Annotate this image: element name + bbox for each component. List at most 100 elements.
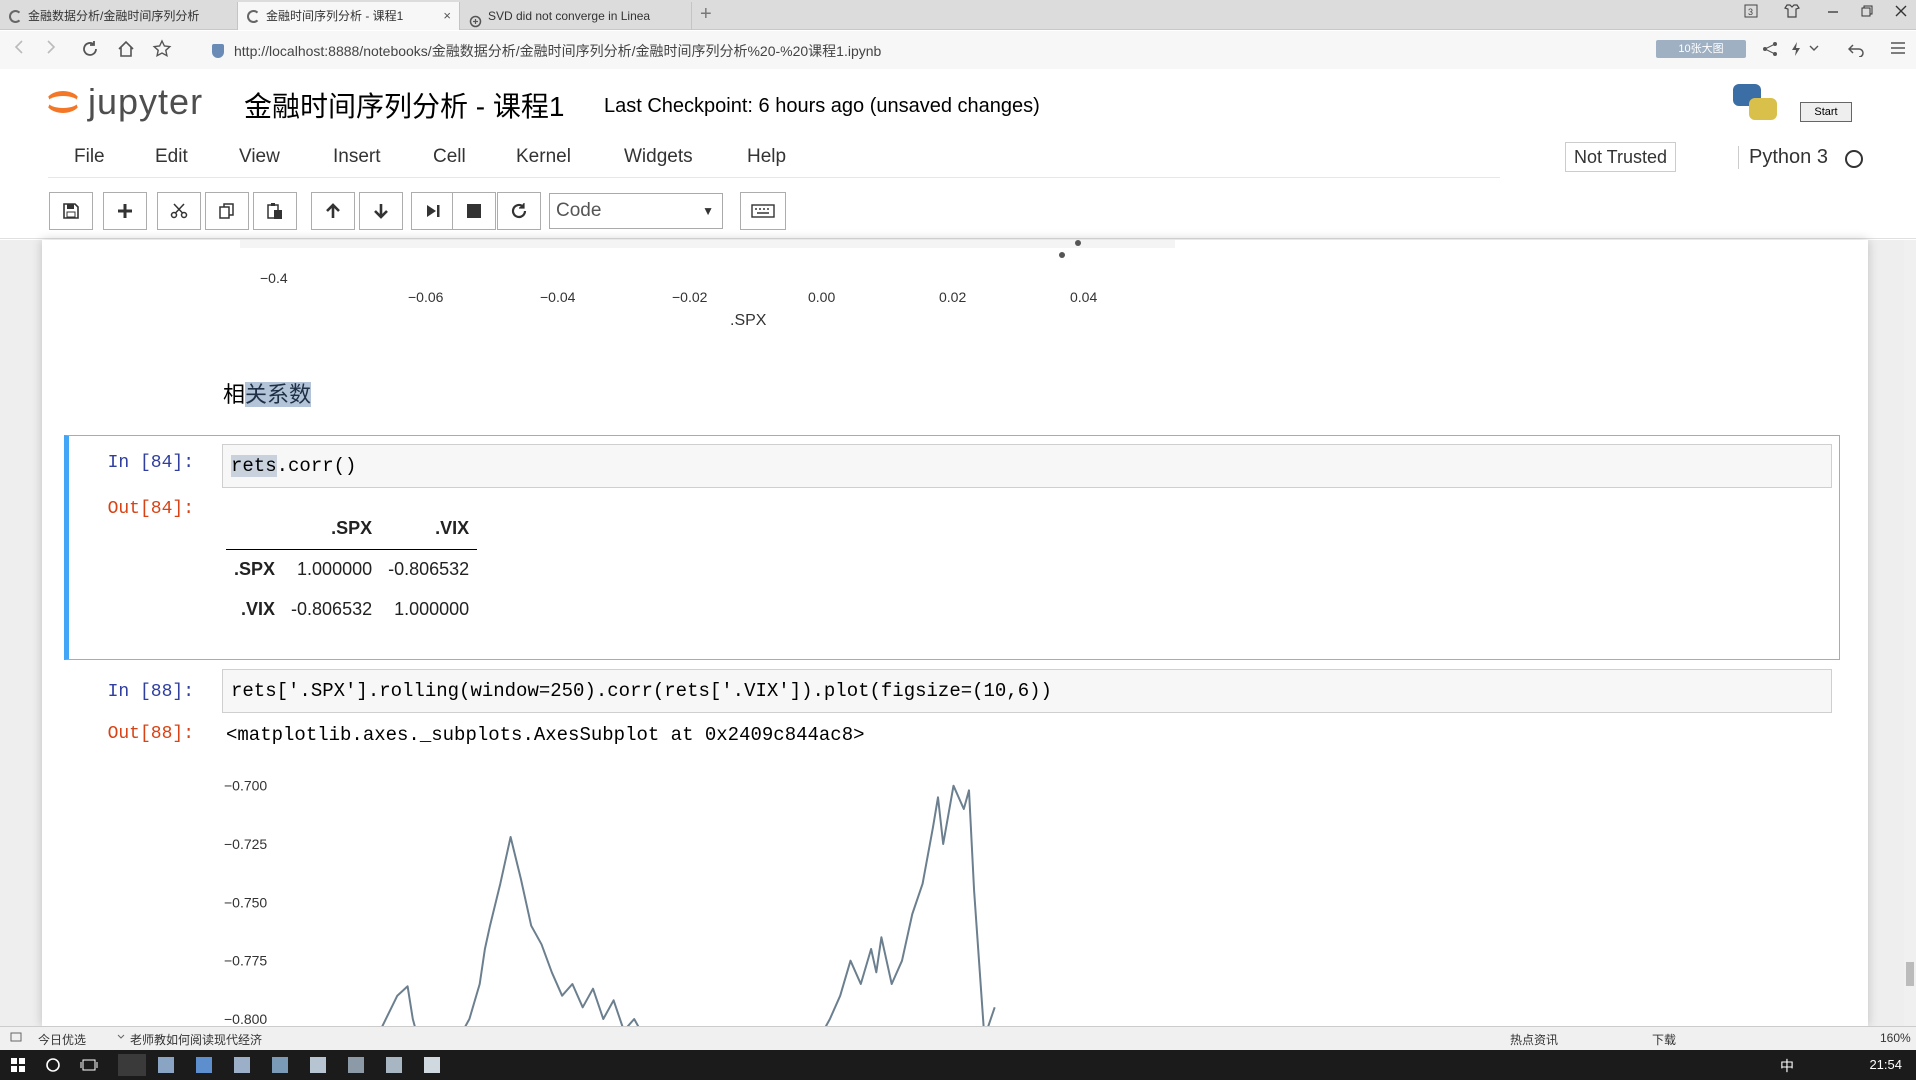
app-icon[interactable]: [348, 1057, 364, 1073]
keyboard-icon: [751, 204, 775, 218]
windows-start-icon[interactable]: [10, 1057, 26, 1073]
table-column-header: .SPX: [283, 509, 381, 550]
shirt-icon[interactable]: [1784, 4, 1800, 21]
move-up-button[interactable]: [311, 192, 355, 230]
notebook-container: −0.4 −0.06 −0.04 −0.02 0.00 0.02 0.04 .S…: [42, 240, 1868, 1026]
scrollbar-thumb[interactable]: [1906, 962, 1914, 986]
status-hot-news[interactable]: 热点资讯: [1510, 1031, 1558, 1048]
menu-icon[interactable]: [1890, 41, 1906, 58]
task-view-icon[interactable]: [80, 1057, 98, 1073]
browser-tab-3[interactable]: SVD did not converge in Linea: [460, 2, 692, 30]
code-text: .corr(): [276, 455, 357, 477]
status-download[interactable]: 下载: [1652, 1031, 1676, 1048]
zoom-level[interactable]: 160%: [1880, 1031, 1911, 1045]
move-down-button[interactable]: [359, 192, 403, 230]
table-row: .VIX -0.806532 1.000000: [226, 589, 477, 629]
caret-down-icon: ▼: [702, 204, 714, 218]
search-icon[interactable]: [45, 1057, 61, 1073]
copy-button[interactable]: [205, 192, 249, 230]
clock[interactable]: 21:54: [1869, 1057, 1902, 1072]
explorer-icon[interactable]: [158, 1057, 174, 1073]
forward-icon[interactable]: [44, 39, 58, 60]
minimize-icon[interactable]: [1826, 4, 1840, 21]
notebook-title[interactable]: 金融时间序列分析 - 课程1: [244, 85, 564, 125]
url-field[interactable]: http://localhost:8888/notebooks/金融数据分析/金…: [212, 39, 1612, 63]
tab-close-icon[interactable]: ×: [443, 2, 451, 30]
app-icon[interactable]: [272, 1057, 288, 1073]
menu-widgets[interactable]: Widgets: [624, 146, 693, 168]
output-prompt: Out[84]:: [107, 499, 194, 519]
image-badge[interactable]: 10张大图: [1656, 40, 1746, 58]
loading-icon: [247, 10, 260, 23]
kernel-status-icon: [1845, 150, 1863, 168]
menu-kernel[interactable]: Kernel: [516, 146, 571, 168]
x-tick-label: −0.06: [408, 289, 444, 305]
code-input[interactable]: rets['.SPX'].rolling(window=250).corr(re…: [222, 669, 1832, 713]
run-button[interactable]: [411, 192, 455, 230]
bookmark-star-icon[interactable]: [152, 39, 172, 64]
cell-type-select[interactable]: Code ▼: [549, 193, 723, 229]
vertical-scrollbar[interactable]: [1904, 240, 1916, 1026]
share-icon[interactable]: [1762, 41, 1778, 60]
table-column-header: .VIX: [380, 509, 478, 550]
lightning-icon[interactable]: [1790, 41, 1802, 60]
menu-file[interactable]: File: [74, 146, 105, 168]
page-icon: [469, 10, 482, 28]
menu-insert[interactable]: Insert: [333, 146, 381, 168]
menu-help[interactable]: Help: [747, 146, 786, 168]
paste-button[interactable]: [253, 192, 297, 230]
app-icon[interactable]: [310, 1057, 326, 1073]
menu-bar: File Edit View Insert Cell Kernel Widget…: [0, 138, 1916, 178]
input-method-indicator[interactable]: 中: [1780, 1056, 1794, 1076]
kernel-name[interactable]: Python 3: [1738, 146, 1828, 169]
menu-view[interactable]: View: [239, 146, 280, 168]
status-home-icon[interactable]: [10, 1031, 22, 1046]
new-tab-button[interactable]: +: [700, 3, 712, 26]
browser-tab-1[interactable]: 金融数据分析/金融时间序列分析: [0, 2, 238, 30]
status-link-2[interactable]: 老师教如何阅读现代经济: [130, 1031, 262, 1048]
restart-button[interactable]: [497, 192, 541, 230]
restore-icon[interactable]: [1860, 4, 1874, 21]
menu-edit[interactable]: Edit: [155, 146, 188, 168]
insert-cell-button[interactable]: [103, 192, 147, 230]
browser-taskbar-icon[interactable]: [118, 1054, 146, 1076]
home-icon[interactable]: [116, 39, 136, 64]
x-axis-label: .SPX: [730, 312, 767, 329]
cell-type-value: Code: [556, 200, 602, 221]
browser-tab-2[interactable]: 金融时间序列分析 - 课程1 ×: [238, 2, 460, 30]
markdown-text: 相: [223, 382, 246, 407]
tab-count-icon[interactable]: 3: [1744, 4, 1758, 21]
plus-icon: [118, 204, 132, 218]
y-tick-label: −0.700: [224, 778, 267, 794]
close-window-icon[interactable]: [1894, 4, 1908, 21]
code-cell-88[interactable]: In [88]: rets['.SPX'].rolling(window=250…: [64, 665, 1840, 1026]
browser-tab-bar: 金融数据分析/金融时间序列分析 金融时间序列分析 - 课程1 × SVD did…: [0, 0, 1916, 30]
markdown-heading[interactable]: 相关系数: [223, 377, 312, 409]
save-button[interactable]: [49, 192, 93, 230]
command-palette-button[interactable]: [740, 192, 786, 230]
cut-button[interactable]: [157, 192, 201, 230]
interrupt-button[interactable]: [452, 192, 496, 230]
not-trusted-button[interactable]: Not Trusted: [1565, 142, 1677, 172]
copy-icon: [219, 203, 234, 219]
table-row-index: .VIX: [241, 598, 276, 619]
back-icon[interactable]: [12, 39, 26, 60]
reload-icon[interactable]: [80, 39, 100, 64]
scatter-point: [1075, 240, 1081, 246]
status-link-1[interactable]: 今日优选: [38, 1031, 86, 1048]
start-button[interactable]: Start: [1800, 102, 1852, 122]
undo-icon[interactable]: [1847, 41, 1864, 60]
code-input[interactable]: rets.corr(): [222, 444, 1832, 488]
table-corner: [226, 509, 284, 550]
status-chevron-icon: [116, 1031, 126, 1045]
input-prompt: In [84]:: [107, 453, 194, 473]
app-icon[interactable]: [196, 1057, 212, 1073]
code-cell-84[interactable]: In [84]: rets.corr() Out[84]: .SPX .VIX …: [64, 435, 1840, 660]
chevron-down-icon[interactable]: [1808, 41, 1820, 57]
tab-label: 金融数据分析/金融时间序列分析: [28, 9, 200, 23]
app-icon[interactable]: [234, 1057, 250, 1073]
menu-cell[interactable]: Cell: [433, 146, 466, 168]
app-icon[interactable]: [386, 1057, 402, 1073]
app-icon[interactable]: [424, 1057, 440, 1073]
code-highlight: rets: [231, 455, 277, 477]
